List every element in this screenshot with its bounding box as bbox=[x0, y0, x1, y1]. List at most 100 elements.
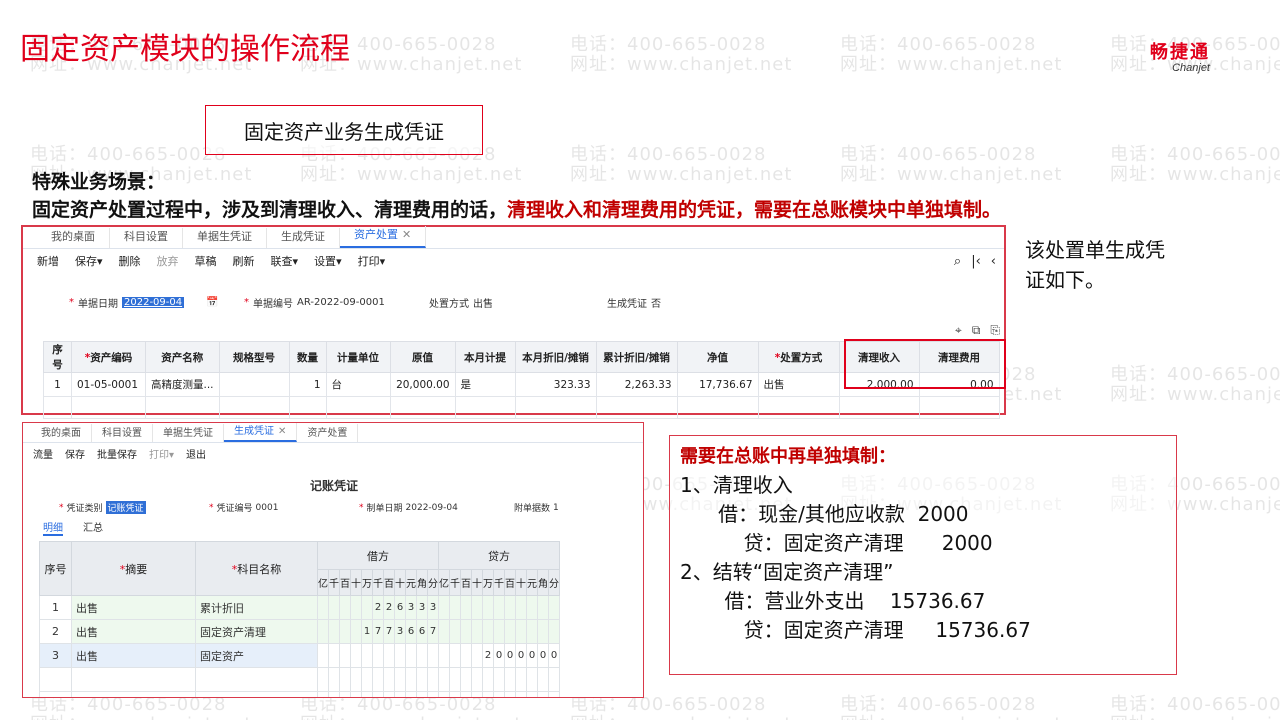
save-button-label: 保存 bbox=[75, 255, 97, 268]
voucher-header-row: 序号 *摘要 *科目名称 借方 贷方 bbox=[39, 541, 560, 596]
paste-icon[interactable]: ⎘ bbox=[990, 323, 1000, 338]
tab-desktop[interactable]: 我的桌面 bbox=[37, 228, 110, 248]
query-button[interactable]: 联查▾ bbox=[271, 253, 299, 269]
amount-digit bbox=[460, 595, 472, 620]
amount-digit: 0 bbox=[548, 643, 560, 668]
search-doc-icon[interactable]: ⌕ bbox=[954, 254, 961, 269]
voucher-summary[interactable]: 出售 bbox=[71, 643, 196, 668]
col-header-label: 摘要 bbox=[125, 562, 148, 576]
voucher-type-input[interactable]: 记账凭证 bbox=[105, 501, 146, 514]
voucher-seq[interactable]: 3 bbox=[39, 643, 72, 668]
first-page-icon[interactable]: |‹ bbox=[971, 254, 981, 269]
voucher-no-value[interactable]: 0001 bbox=[256, 503, 279, 513]
cell[interactable]: 2,263.33 bbox=[595, 372, 678, 397]
cell[interactable]: 1 bbox=[288, 372, 327, 397]
amount-digit bbox=[471, 595, 483, 620]
digit-header: 百 bbox=[504, 569, 516, 596]
voucher-seq[interactable]: 1 bbox=[39, 595, 72, 620]
prev-page-icon[interactable]: ‹ bbox=[991, 254, 996, 269]
col-header-label: 处置方式 bbox=[780, 351, 823, 364]
voucher-summary[interactable]: 出售 bbox=[71, 595, 196, 620]
digit-header: 百 bbox=[339, 569, 351, 596]
voucher-summary[interactable]: 出售 bbox=[71, 619, 196, 644]
tab-asset-disposal[interactable]: 资产处置 bbox=[297, 424, 359, 442]
amount-digit: 0 bbox=[504, 643, 516, 668]
voucher-row[interactable] bbox=[39, 667, 560, 692]
voucher-seq[interactable]: 2 bbox=[39, 619, 72, 644]
doc-no-value[interactable]: AR-2022-09-0001 bbox=[297, 297, 385, 308]
voucher-window: 我的桌面 科目设置 单据生凭证 生成凭证 ✕ 资产处置 流量 保存 批量保存 打印… bbox=[22, 422, 644, 698]
amount-digit bbox=[438, 595, 450, 620]
print-button[interactable]: 打印▾ bbox=[149, 446, 174, 461]
calendar-icon[interactable]: 📅 bbox=[206, 297, 218, 308]
delete-button[interactable]: 删除 bbox=[119, 253, 141, 269]
watermark-web: 网址：www.chanjet.net bbox=[300, 710, 522, 720]
tab-doc-to-voucher[interactable]: 单据生凭证 bbox=[153, 424, 224, 442]
note-line: 借：现金/其他应收款 2000 bbox=[680, 502, 969, 526]
voucher-gen-label: 生成凭证 bbox=[607, 299, 647, 310]
amount-digit bbox=[317, 595, 329, 620]
method-value[interactable]: 出售 bbox=[473, 295, 493, 310]
tab-doc-to-voucher[interactable]: 单据生凭证 bbox=[183, 228, 267, 248]
save-button[interactable]: 保存▾ bbox=[75, 253, 103, 269]
cell[interactable]: 出售 bbox=[757, 372, 840, 397]
amount-digit bbox=[339, 595, 351, 620]
new-button[interactable]: 新增 bbox=[37, 253, 59, 269]
digit-header: 百 bbox=[460, 569, 472, 596]
tab-desktop[interactable]: 我的桌面 bbox=[31, 424, 92, 442]
location-icon[interactable]: ⌖ bbox=[955, 323, 962, 338]
amount-digit: 6 bbox=[416, 619, 428, 644]
voucher-row[interactable]: 1 出售 累计折旧 2 2 6 3 3 3 bbox=[39, 595, 560, 620]
cell[interactable]: 台 bbox=[325, 372, 391, 397]
discard-button[interactable]: 放弃 bbox=[157, 253, 179, 269]
watermark-web: 网址：www.chanjet.net bbox=[840, 54, 1063, 75]
voucher-row[interactable] bbox=[39, 691, 560, 697]
cell[interactable] bbox=[218, 372, 290, 397]
voucher-row[interactable]: 3 出售 固定资产 2 0 0 0 0 0 0 bbox=[39, 643, 560, 668]
close-icon[interactable]: ✕ bbox=[278, 426, 286, 437]
amount-digit bbox=[394, 643, 406, 668]
flow-button[interactable]: 流量 bbox=[33, 446, 53, 461]
voucher-account[interactable]: 固定资产清理 bbox=[195, 619, 318, 644]
note-line: 1、清理收入 bbox=[680, 473, 793, 497]
attach-value[interactable]: 1 bbox=[553, 503, 559, 513]
cell[interactable]: 323.33 bbox=[514, 372, 597, 397]
settings-button[interactable]: 设置▾ bbox=[314, 253, 342, 269]
watermark-web: 网址：www.chanjet.net bbox=[1110, 164, 1280, 185]
cell[interactable]: 高精度测量... bbox=[145, 372, 220, 397]
chevron-down-icon: ▾ bbox=[292, 255, 299, 268]
cell[interactable]: 1 bbox=[43, 372, 72, 397]
tab-account-settings[interactable]: 科目设置 bbox=[110, 228, 183, 248]
voucher-row[interactable]: 2 出售 固定资产清理 1 7 7 3 6 6 7 bbox=[39, 619, 560, 644]
voucher-grid: 序号 *摘要 *科目名称 借方 贷方 亿千百十万千百十元角分亿千百十万千百十元角… bbox=[39, 541, 560, 697]
tab-generate-voucher[interactable]: 生成凭证 bbox=[267, 228, 340, 248]
voucher-type-field: * 凭证类别 记账凭证 bbox=[59, 501, 146, 514]
amount-digit bbox=[504, 595, 516, 620]
subtab-detail[interactable]: 明细 bbox=[43, 519, 63, 536]
amount-digit bbox=[328, 619, 340, 644]
draft-button[interactable]: 草稿 bbox=[195, 253, 217, 269]
refresh-button[interactable]: 刷新 bbox=[233, 253, 255, 269]
exit-button[interactable]: 退出 bbox=[186, 446, 206, 461]
table-row[interactable] bbox=[43, 396, 1000, 419]
batch-save-button[interactable]: 批量保存 bbox=[97, 446, 137, 461]
tab-account-settings[interactable]: 科目设置 bbox=[92, 424, 153, 442]
cell[interactable]: 20,000.00 bbox=[389, 372, 456, 397]
copy-icon[interactable]: ⧉ bbox=[972, 323, 981, 338]
doc-date-input[interactable]: 2022-09-04 bbox=[122, 297, 185, 308]
cell[interactable]: 01-05-0001 bbox=[71, 372, 146, 397]
watermark-phone: 电话：400-665-0028 bbox=[30, 144, 227, 165]
tab-asset-disposal[interactable]: 资产处置 ✕ bbox=[340, 226, 427, 248]
close-icon[interactable]: ✕ bbox=[402, 228, 411, 241]
voucher-account[interactable]: 固定资产 bbox=[195, 643, 318, 668]
cell[interactable]: 是 bbox=[454, 372, 516, 397]
save-button[interactable]: 保存 bbox=[65, 446, 85, 461]
voucher-date-value[interactable]: 2022-09-04 bbox=[406, 503, 458, 513]
cell[interactable]: 17,736.67 bbox=[676, 372, 759, 397]
tab-generate-voucher[interactable]: 生成凭证 ✕ bbox=[224, 423, 298, 442]
print-button[interactable]: 打印▾ bbox=[358, 253, 386, 269]
voucher-subtabs: 明细 汇总 bbox=[43, 519, 103, 536]
subtab-summary[interactable]: 汇总 bbox=[83, 519, 103, 536]
voucher-account[interactable]: 累计折旧 bbox=[195, 595, 318, 620]
amount-digit bbox=[515, 619, 527, 644]
